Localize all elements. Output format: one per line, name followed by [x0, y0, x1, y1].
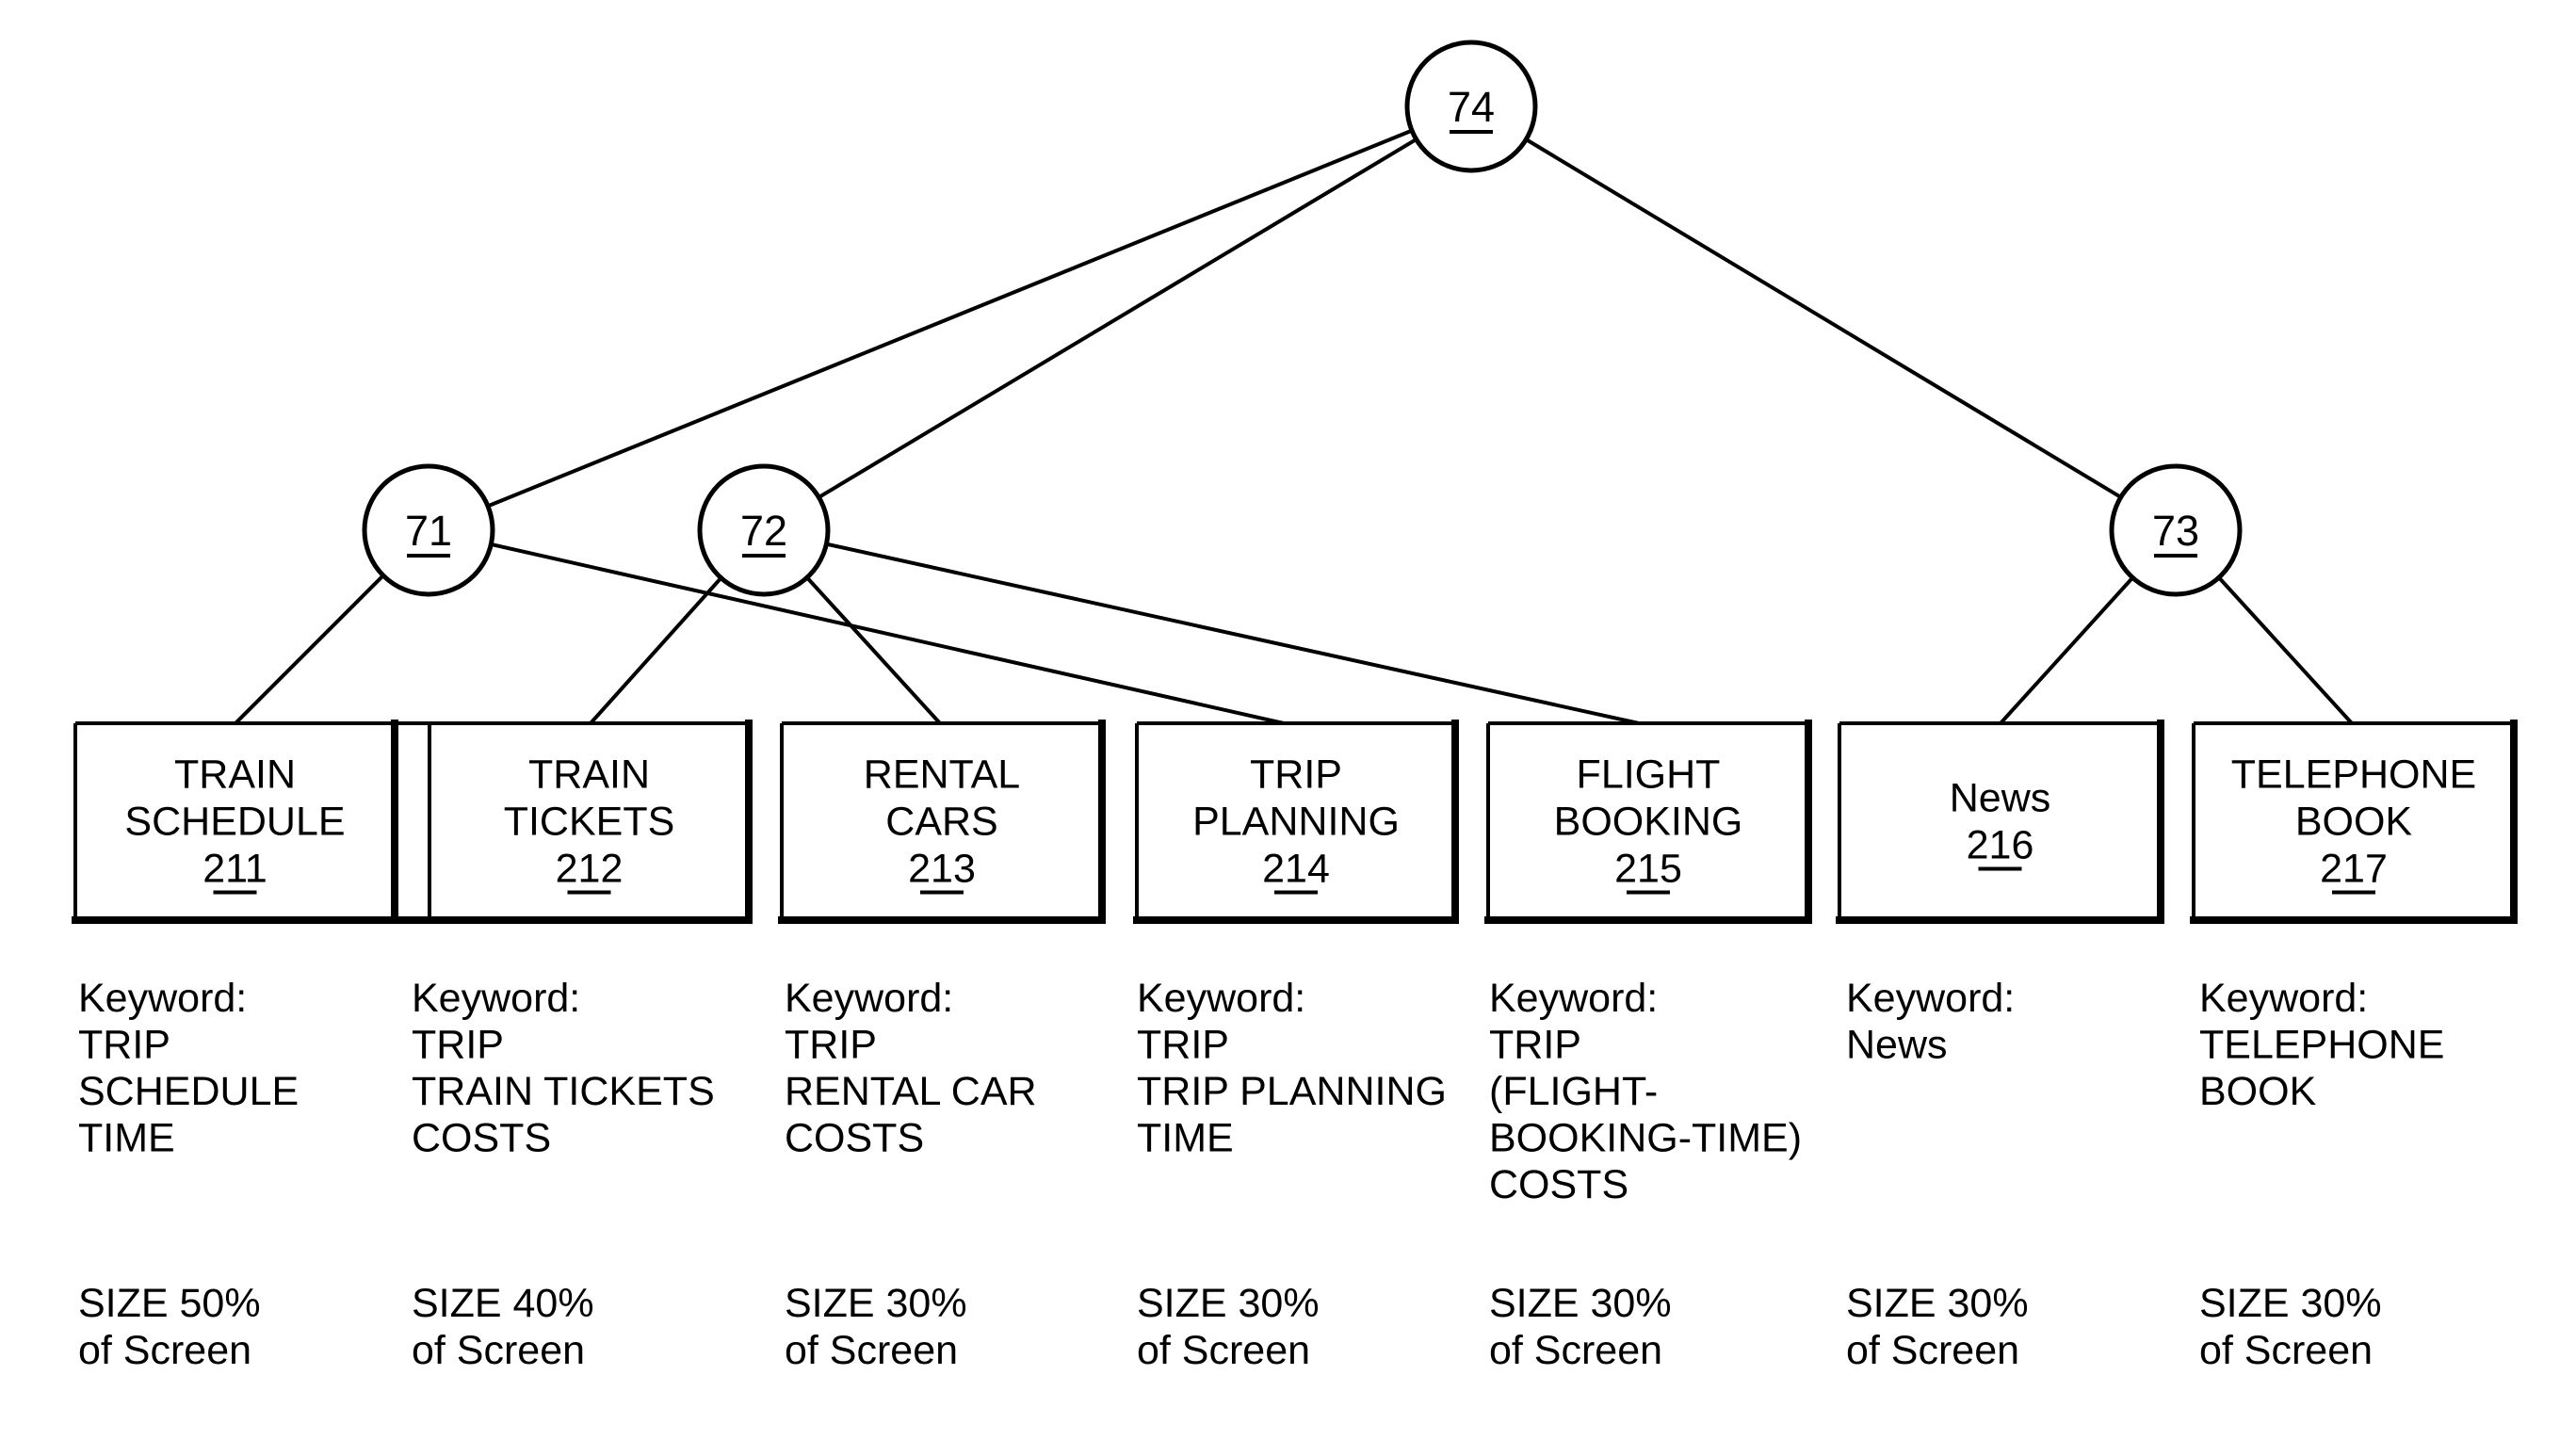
keyword-labels: Keyword:TRIPSCHEDULETIMESIZE 50%of Scree… — [78, 976, 2444, 1373]
box-title-line: BOOK — [2295, 800, 2413, 845]
box-reference-number: 216 — [1967, 823, 2034, 868]
nodes: 74 71 72 73 — [362, 40, 2243, 597]
size-unit: of Screen — [412, 1328, 585, 1373]
box-reference-number: 213 — [908, 847, 976, 892]
keyword-block-212: Keyword:TRIPTRAIN TICKETSCOSTS SIZE 40%of… — [412, 976, 715, 1373]
box-213: RENTALCARS213 — [778, 720, 1106, 924]
edges — [234, 105, 2354, 725]
node-label: 74 — [1448, 83, 1495, 131]
keyword-label: Keyword: — [785, 976, 953, 1021]
keyword-block-213: Keyword:TRIPRENTAL CARCOSTS SIZE 30%of Sc… — [785, 976, 1037, 1373]
keyword-block-216: Keyword:News SIZE 30%of Screen — [1846, 976, 2029, 1373]
node-label: 71 — [405, 507, 452, 555]
box-reference-number: 217 — [2320, 847, 2388, 892]
box-title-line: PLANNING — [1192, 800, 1400, 845]
box-211: TRAINSCHEDULE211 — [72, 720, 398, 924]
keyword-value: News — [1846, 1023, 1948, 1068]
size-unit: of Screen — [1137, 1328, 1310, 1373]
keyword-label: Keyword: — [78, 976, 247, 1021]
node-74: 74 — [1404, 40, 1538, 173]
size-percentage: SIZE 30% — [1846, 1281, 2029, 1326]
keyword-value: TRAIN TICKETS — [412, 1069, 715, 1114]
keyword-value: SCHEDULE — [78, 1069, 299, 1114]
keyword-value: TRIP — [785, 1023, 877, 1068]
size-percentage: SIZE 50% — [78, 1281, 261, 1326]
box-title-line: BOOKING — [1554, 800, 1743, 845]
keyword-value: BOOK — [2199, 1069, 2317, 1114]
keyword-label: Keyword: — [1489, 976, 1658, 1021]
size-unit: of Screen — [785, 1328, 958, 1373]
keyword-value: BOOKING-TIME) — [1489, 1116, 1802, 1161]
box-title-line: SCHEDULE — [124, 800, 345, 845]
keyword-value: TRIP — [412, 1023, 504, 1068]
keyword-label: Keyword: — [2199, 976, 2368, 1021]
keyword-label: Keyword: — [1846, 976, 2015, 1021]
keyword-value: TIME — [1137, 1116, 1234, 1161]
keyword-value: TRIP — [1137, 1023, 1229, 1068]
box-title-line: TRAIN — [528, 752, 650, 798]
node-71: 71 — [362, 463, 495, 597]
node-label: 72 — [740, 507, 787, 555]
size-unit: of Screen — [2199, 1328, 2373, 1373]
box-title-line: TRIP — [1250, 752, 1342, 798]
keyword-label: Keyword: — [412, 976, 580, 1021]
keyword-value: COSTS — [412, 1116, 551, 1161]
node-73: 73 — [2109, 463, 2243, 597]
keyword-value: TRIP — [78, 1023, 170, 1068]
box-title-line: CARS — [885, 800, 997, 845]
box-215: FLIGHTBOOKING215 — [1484, 720, 1812, 924]
keyword-block-217: Keyword:TELEPHONEBOOK SIZE 30%of Screen — [2199, 976, 2444, 1373]
node-label: 73 — [2152, 507, 2199, 555]
size-unit: of Screen — [78, 1328, 251, 1373]
edge-71-to-214 — [428, 528, 1285, 725]
keyword-value: TIME — [78, 1116, 175, 1161]
box-title-line: News — [1950, 776, 2051, 821]
keyword-block-214: Keyword:TRIPTRIP PLANNINGTIME SIZE 30%of … — [1137, 976, 1447, 1373]
tree-diagram: TRAINSCHEDULE211TRAINTICKETS212RENTALCAR… — [72, 40, 2518, 1373]
box-217: TELEPHONEBOOK217 — [2190, 720, 2518, 924]
node-72: 72 — [697, 463, 831, 597]
size-unit: of Screen — [1846, 1328, 2019, 1373]
keyword-block-211: Keyword:TRIPSCHEDULETIME SIZE 50%of Scree… — [78, 976, 299, 1373]
box-reference-number: 212 — [556, 847, 624, 892]
edge-74-to-72 — [762, 105, 1473, 532]
box-212: TRAINTICKETS212 — [426, 720, 753, 924]
keyword-label: Keyword: — [1137, 976, 1305, 1021]
box-title-line: TICKETS — [504, 800, 675, 845]
box-title-line: RENTAL — [864, 752, 1020, 798]
box-214: TRIPPLANNING214 — [1133, 720, 1459, 924]
keyword-value: TRIP PLANNING — [1137, 1069, 1447, 1114]
size-percentage: SIZE 30% — [1489, 1281, 1672, 1326]
box-title-line: TRAIN — [174, 752, 296, 798]
size-percentage: SIZE 30% — [1137, 1281, 1320, 1326]
box-reference-number: 215 — [1614, 847, 1682, 892]
size-unit: of Screen — [1489, 1328, 1662, 1373]
edge-74-to-71 — [428, 105, 1472, 532]
size-percentage: SIZE 30% — [2199, 1281, 2382, 1326]
size-percentage: SIZE 40% — [412, 1281, 594, 1326]
keyword-value: TRIP — [1489, 1023, 1581, 1068]
size-percentage: SIZE 30% — [785, 1281, 967, 1326]
keyword-value: (FLIGHT- — [1489, 1069, 1658, 1114]
keyword-value: RENTAL CAR — [785, 1069, 1037, 1114]
box-reference-number: 214 — [1262, 847, 1330, 892]
box-216: News216 — [1836, 720, 2164, 924]
keyword-block-215: Keyword:TRIP(FLIGHT-BOOKING-TIME)COSTS SI… — [1489, 976, 1802, 1373]
edge-72-to-215 — [763, 528, 1640, 725]
edge-74-to-73 — [1469, 105, 2178, 532]
keyword-value: COSTS — [1489, 1162, 1628, 1207]
box-title-line: FLIGHT — [1577, 752, 1721, 798]
boxes: TRAINSCHEDULE211TRAINTICKETS212RENTALCAR… — [72, 720, 2518, 924]
box-reference-number: 211 — [203, 847, 267, 892]
box-title-line: TELEPHONE — [2231, 752, 2476, 798]
keyword-value: COSTS — [785, 1116, 924, 1161]
keyword-value: TELEPHONE — [2199, 1023, 2444, 1068]
